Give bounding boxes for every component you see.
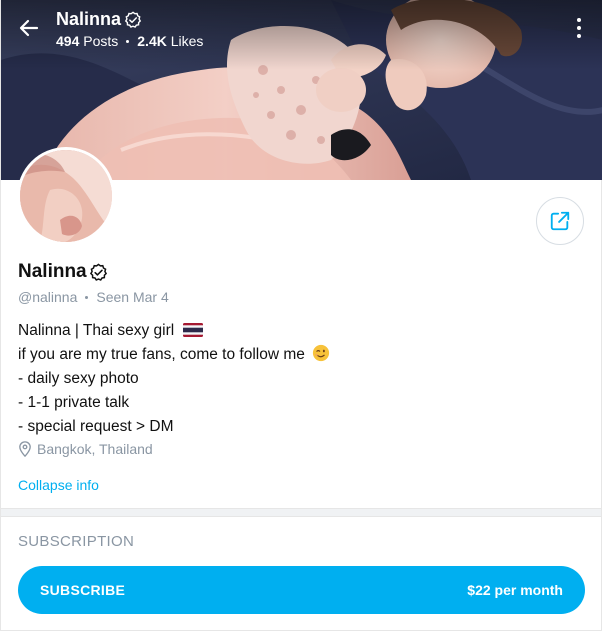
last-seen: Seen Mar 4 [96, 289, 169, 305]
location-text: Bangkok, Thailand [37, 441, 153, 457]
verified-icon [89, 262, 107, 281]
back-arrow-icon [19, 19, 39, 37]
verified-icon [124, 10, 142, 28]
header-stats: 494 Posts 2.4K Likes [56, 33, 203, 49]
separator-dot [85, 295, 89, 299]
wink-emoji [313, 344, 330, 362]
bio-line: - 1-1 private talk [18, 394, 130, 411]
header-title: Nalinna [56, 9, 142, 30]
section-divider [1, 508, 601, 517]
avatar[interactable] [17, 147, 115, 245]
handle-row: @nalinna Seen Mar 4 [18, 289, 169, 305]
bio-line: - daily sexy photo [18, 370, 139, 387]
subscription-title: SUBSCRIPTION [18, 533, 135, 550]
location: Bangkok, Thailand [18, 441, 153, 457]
posts-label: Posts [83, 33, 119, 49]
profile-handle: @nalinna [18, 289, 78, 305]
share-button[interactable] [536, 197, 584, 245]
share-icon [550, 211, 570, 231]
collapse-info-link[interactable]: Collapse info [18, 477, 99, 493]
profile-name: Nalinna [18, 261, 87, 282]
profile-name-row: Nalinna [18, 261, 108, 283]
likes-count: 2.4K [137, 33, 167, 49]
bio-line: if you are my true fans, come to follow … [18, 346, 305, 363]
separator-dot [126, 39, 130, 43]
bio-line: Nalinna | Thai sexy girl [18, 322, 175, 339]
bio-line: - special request > DM [18, 418, 174, 435]
more-vertical-icon[interactable] [573, 16, 585, 40]
header-name: Nalinna [56, 9, 122, 29]
likes-label: Likes [170, 33, 204, 49]
subscribe-button[interactable]: SUBSCRIBE $22 per month [18, 566, 585, 614]
subscribe-label: SUBSCRIBE [40, 582, 126, 598]
subscribe-price: $22 per month [467, 582, 563, 598]
profile-bio: Nalinna | Thai sexy girl if you are my t… [18, 319, 330, 439]
location-pin-icon [19, 441, 31, 457]
profile-page: Nalinna 494 Posts 2.4K Likes Nalinna @na… [0, 0, 602, 631]
thai-flag-emoji [182, 323, 203, 337]
avatar-image [20, 150, 112, 242]
posts-count: 494 [56, 33, 80, 49]
back-button[interactable] [15, 14, 43, 42]
